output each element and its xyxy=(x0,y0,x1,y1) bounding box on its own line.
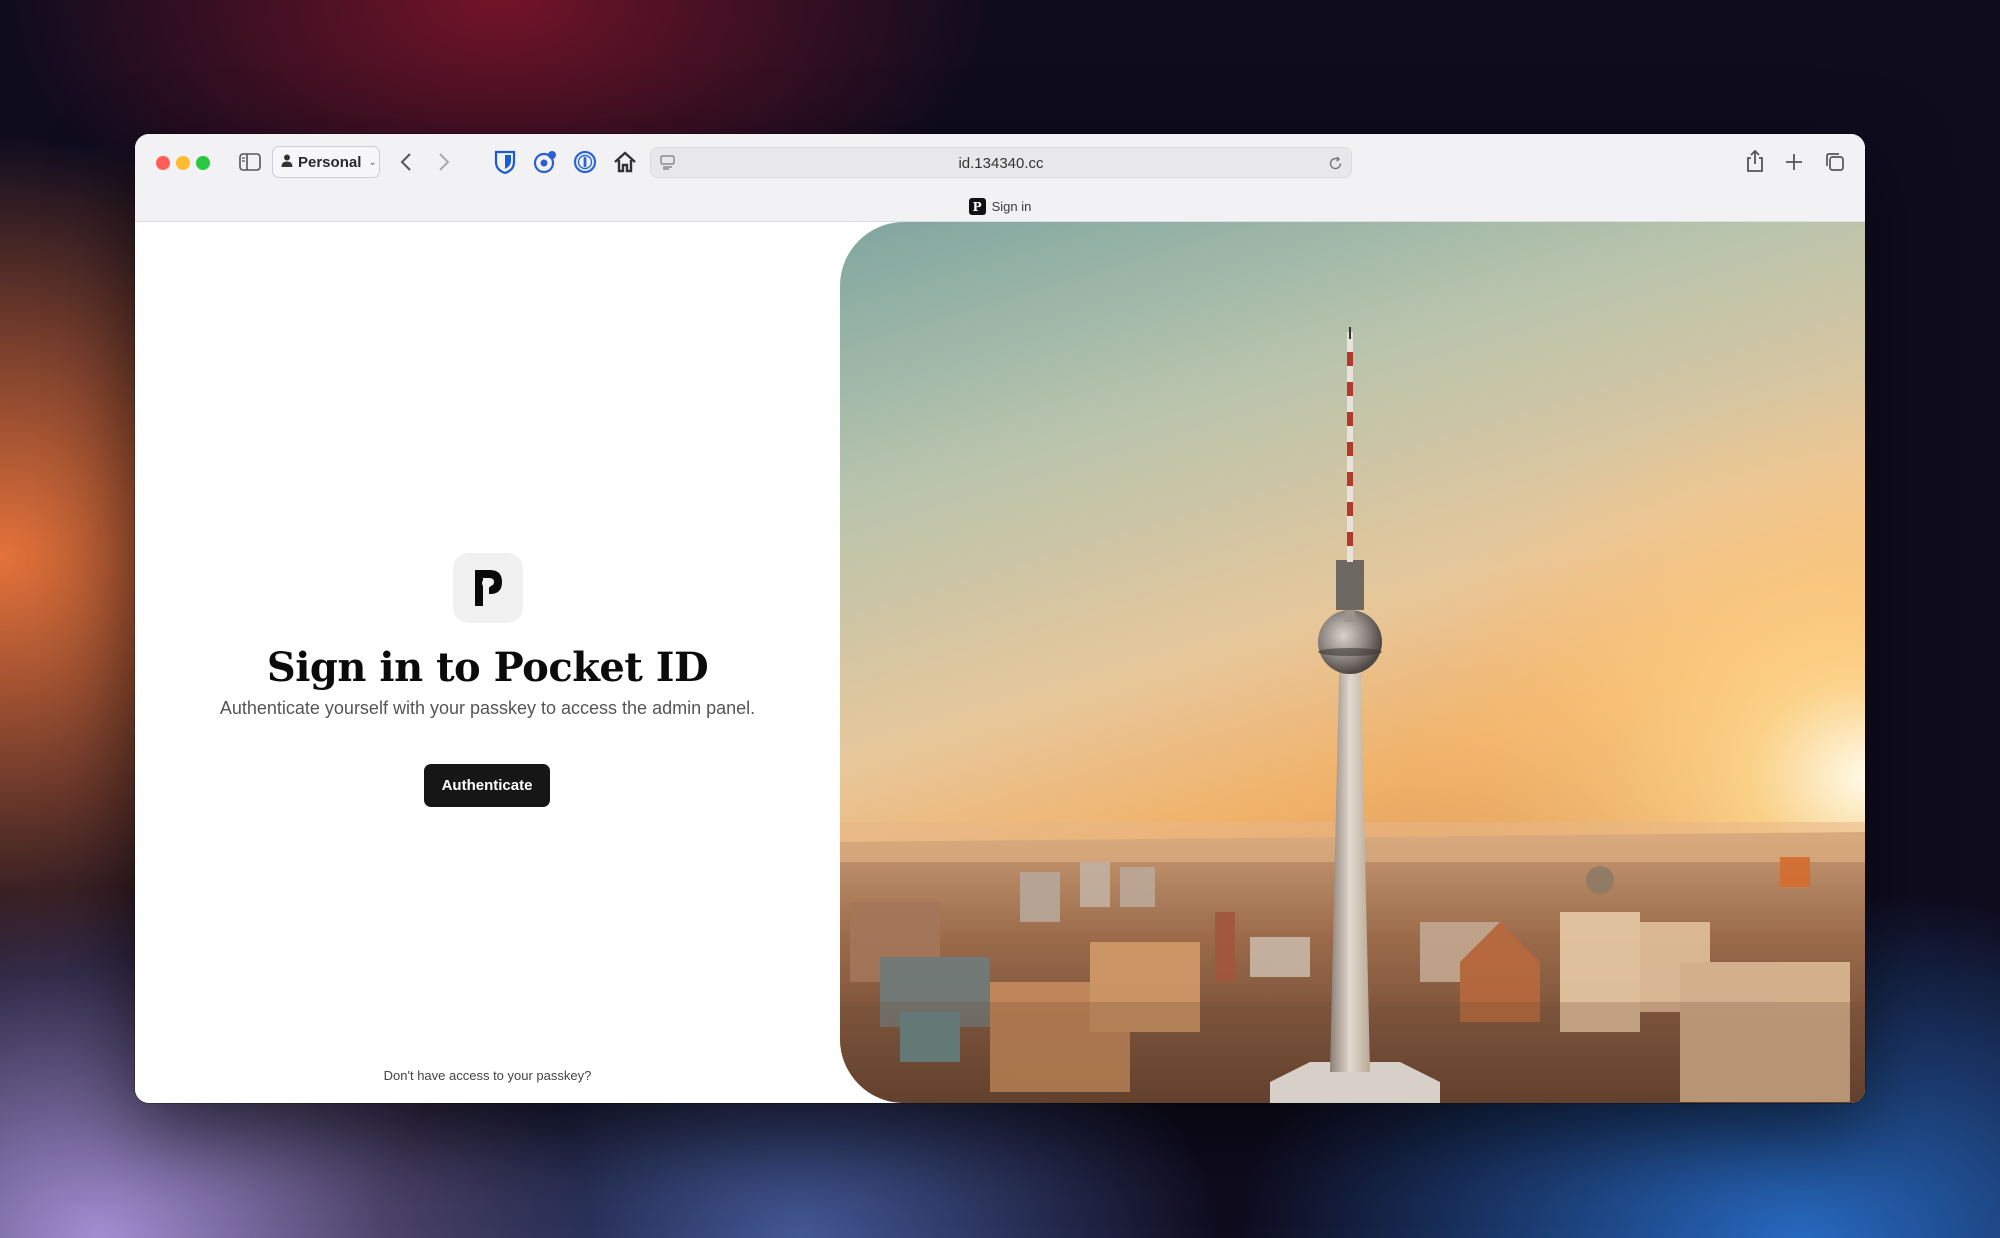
active-tab[interactable]: P Sign in xyxy=(135,198,1865,215)
pocket-id-favicon-icon: P xyxy=(968,198,986,215)
profile-selector[interactable]: Personal ⌄ xyxy=(272,146,380,178)
share-icon[interactable] xyxy=(1743,148,1767,174)
person-icon xyxy=(281,154,293,171)
chevron-right-icon[interactable] xyxy=(432,150,456,174)
page-content: Sign in to Pocket ID Authenticate yourse… xyxy=(135,222,1865,1103)
sidebar-toggle-icon[interactable] xyxy=(238,151,262,173)
privacy-extension-icon[interactable] xyxy=(532,149,558,175)
browser-window: Personal ⌄ id.134340.cc P Sign in Sign i… xyxy=(135,134,1865,1103)
plus-icon[interactable] xyxy=(1782,150,1806,174)
tabs-overview-icon[interactable] xyxy=(1823,150,1847,174)
1password-icon[interactable] xyxy=(572,149,598,175)
bitwarden-shield-icon[interactable] xyxy=(492,149,518,175)
tab-title: Sign in xyxy=(991,199,1032,214)
chevron-down-icon: ⌄ xyxy=(368,156,377,168)
profile-label: Personal xyxy=(298,153,362,171)
chevron-left-icon[interactable] xyxy=(394,150,418,174)
pocket-id-logo-icon xyxy=(453,553,523,623)
sign-in-panel: Sign in to Pocket ID Authenticate yourse… xyxy=(135,222,840,1103)
address-bar[interactable]: id.134340.cc xyxy=(650,147,1352,178)
browser-toolbar: Personal ⌄ id.134340.cc P Sign in xyxy=(135,134,1865,222)
reload-icon[interactable] xyxy=(1327,155,1343,171)
page-title: Sign in to Pocket ID xyxy=(266,644,709,691)
close-window-button[interactable] xyxy=(156,156,170,170)
url-text: id.134340.cc xyxy=(958,155,1044,172)
no-passkey-link[interactable]: Don't have access to your passkey? xyxy=(135,1068,840,1083)
authenticate-button[interactable]: Authenticate xyxy=(424,764,550,807)
zoom-window-button[interactable] xyxy=(196,156,210,170)
home-extension-icon[interactable] xyxy=(612,149,638,175)
page-subtitle: Authenticate yourself with your passkey … xyxy=(219,698,756,718)
berlin-tv-tower-photo xyxy=(840,222,1865,1103)
minimize-window-button[interactable] xyxy=(176,156,190,170)
